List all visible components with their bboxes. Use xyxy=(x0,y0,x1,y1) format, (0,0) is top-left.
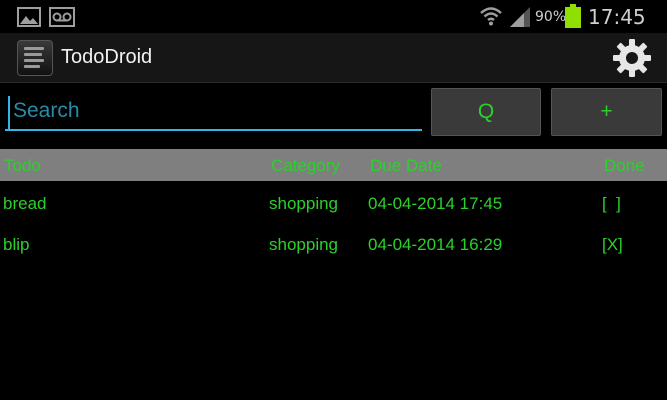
battery-icon xyxy=(565,4,581,33)
todo-cell: blip xyxy=(3,235,30,254)
signal-icon xyxy=(508,5,532,32)
done-checkbox[interactable]: [X] xyxy=(602,235,623,255)
app-icon[interactable] xyxy=(17,40,53,76)
battery-percent: 90% xyxy=(535,9,567,25)
column-header-todo[interactable]: Todo xyxy=(4,156,41,176)
search-field-wrapper xyxy=(5,93,422,133)
column-header-done[interactable]: Done xyxy=(604,156,645,176)
app-title: TodoDroid xyxy=(61,46,153,68)
add-button[interactable]: + xyxy=(551,88,662,136)
gear-icon[interactable] xyxy=(611,37,653,79)
category-cell: shopping xyxy=(269,194,339,213)
add-button-label: + xyxy=(600,100,613,123)
todo-cell: bread xyxy=(3,194,47,213)
search-input[interactable] xyxy=(5,93,422,131)
wifi-icon xyxy=(479,5,503,32)
column-header-category[interactable]: Category xyxy=(271,156,340,176)
text-cursor xyxy=(8,96,10,130)
due-date-cell: 04-04-2014 16:29 xyxy=(368,235,503,254)
search-button[interactable]: Q xyxy=(431,88,541,136)
done-checkbox[interactable]: [ ] xyxy=(602,194,621,214)
image-icon xyxy=(17,7,41,32)
clock: 17:45 xyxy=(588,5,646,29)
due-date-cell: 04-04-2014 17:45 xyxy=(368,194,503,213)
column-header-due-date[interactable]: Due Date xyxy=(370,156,442,176)
search-button-label: Q xyxy=(477,100,495,123)
category-cell: shopping xyxy=(269,235,339,254)
voicemail-icon xyxy=(49,7,75,32)
